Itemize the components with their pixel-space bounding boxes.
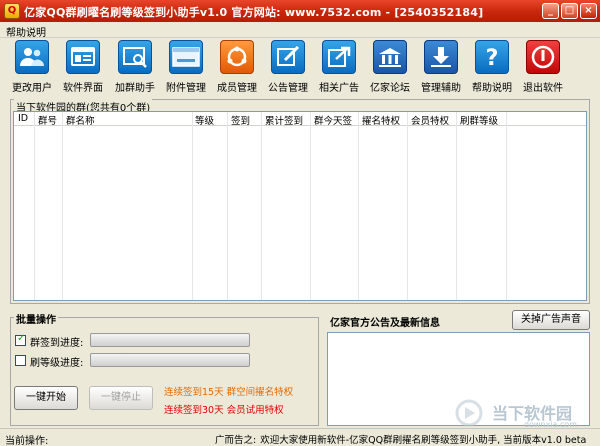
batch-operations-title: 批量操作 xyxy=(14,311,58,326)
toolbar-label: 加群助手 xyxy=(115,83,155,94)
attachment-manager-button[interactable]: 附件管理 xyxy=(161,40,211,96)
toolbar-label: 亿家论坛 xyxy=(370,83,410,94)
svg-text:?: ? xyxy=(486,46,499,69)
toolbar-label: 软件界面 xyxy=(63,83,103,94)
toolbar-label: 成员管理 xyxy=(217,83,257,94)
level-progress-label: 进度: xyxy=(60,358,84,369)
batch-operations-panel: 批量操作 群签到 进度: 刷等级 进度: 一键开始 一键停止 连续签到15天 群… xyxy=(10,311,319,426)
announcement-edit-icon xyxy=(271,40,305,74)
promo-15-days: 连续签到15天 群空间擢名特权 xyxy=(164,387,294,398)
col-group-level[interactable]: 刷群等级 xyxy=(460,113,498,127)
toolbar-label: 退出软件 xyxy=(523,83,563,94)
toolbar-label: 管理辅助 xyxy=(421,83,461,94)
sign-in-label[interactable]: 群签到 xyxy=(30,334,60,349)
level-label[interactable]: 刷等级 xyxy=(30,354,60,369)
exit-button[interactable]: 退出软件 xyxy=(518,40,568,96)
col-level[interactable]: 等级 xyxy=(195,113,214,127)
related-ads-button[interactable]: 相关广告 xyxy=(314,40,364,96)
exit-icon xyxy=(526,40,560,74)
help-button[interactable]: ? 帮助说明 xyxy=(467,40,517,96)
change-user-button[interactable]: 更改用户 xyxy=(7,40,57,96)
title-bar[interactable]: Q 亿家QQ群刷曜名刷等级签到小助手v1.0 官方网站: www.7532.co… xyxy=(0,0,600,22)
add-group-helper-button[interactable]: 加群助手 xyxy=(110,40,160,96)
sign-in-progress-label: 进度: xyxy=(60,338,84,349)
status-bar: 当前操作: 广而告之: 欢迎大家使用新软件-亿家QQ群刷擢名刷等级签到小助手, 当… xyxy=(0,428,600,446)
toolbar: 更改用户 软件界面 加群助手 附件管理 成员管理 公告管理 相关广告 亿家论坛 … xyxy=(0,38,600,96)
close-button[interactable]: × xyxy=(580,3,597,19)
announcement-manager-button[interactable]: 公告管理 xyxy=(263,40,313,96)
members-icon xyxy=(220,40,254,74)
start-all-button[interactable]: 一键开始 xyxy=(14,386,78,410)
sign-in-checkbox[interactable] xyxy=(15,333,26,346)
col-group-name[interactable]: 群名称 xyxy=(66,113,95,127)
app-logo-icon: Q xyxy=(4,3,20,19)
watermark-logo-icon xyxy=(455,399,483,427)
window-title: 亿家QQ群刷曜名刷等级签到小助手v1.0 官方网站: www.7532.com … xyxy=(24,6,484,19)
help-icon: ? xyxy=(475,40,509,74)
group-list-panel: 当下软件园的群(您共有0个群) ID 群号 群名称 等级 签到 累计签到 群今天… xyxy=(10,99,590,304)
toolbar-label: 帮助说明 xyxy=(472,83,512,94)
current-operation-label: 当前操作: xyxy=(5,436,49,446)
toolbar-label: 相关广告 xyxy=(319,83,359,94)
minimize-button[interactable]: _ xyxy=(542,3,559,19)
users-icon xyxy=(15,40,49,74)
promo-30-days: 连续签到30天 会员试用特权 xyxy=(164,405,284,416)
toolbar-label: 更改用户 xyxy=(12,83,52,94)
search-window-icon xyxy=(118,40,152,74)
forum-icon xyxy=(373,40,407,74)
col-group-number[interactable]: 群号 xyxy=(38,113,57,127)
ad-ticker: 广而告之: 欢迎大家使用新软件-亿家QQ群刷擢名刷等级签到小助手, 当前版本v1.… xyxy=(215,432,586,446)
level-progress-bar xyxy=(90,353,250,367)
download-window-icon xyxy=(169,40,203,74)
member-manager-button[interactable]: 成员管理 xyxy=(212,40,262,96)
col-id[interactable]: ID xyxy=(18,113,28,124)
sign-in-progress-bar xyxy=(90,333,250,347)
ad-link-icon xyxy=(322,40,356,74)
col-sign-in[interactable]: 签到 xyxy=(231,113,250,127)
ad-text: 欢迎大家使用新软件-亿家QQ群刷擢名刷等级签到小助手, 当前版本v1.0 bet… xyxy=(260,435,587,446)
stop-all-button[interactable]: 一键停止 xyxy=(89,386,153,410)
col-member-privilege[interactable]: 会员特权 xyxy=(411,113,449,127)
level-checkbox[interactable] xyxy=(15,355,26,366)
ad-label: 广而告之: xyxy=(215,435,257,446)
group-list[interactable]: ID 群号 群名称 等级 签到 累计签到 群今天签 擢名特权 会员特权 刷群等级 xyxy=(13,111,587,301)
group-list-header: ID 群号 群名称 等级 签到 累计签到 群今天签 擢名特权 会员特权 刷群等级 xyxy=(14,112,586,127)
toolbar-label: 附件管理 xyxy=(166,83,206,94)
col-today-sign-in[interactable]: 群今天签 xyxy=(314,113,352,127)
col-total-sign-in[interactable]: 累计签到 xyxy=(265,113,303,127)
download-arrow-icon xyxy=(424,40,458,74)
col-title-privilege[interactable]: 擢名特权 xyxy=(362,113,400,127)
mute-ad-button[interactable]: 关掉广告声音 xyxy=(512,310,590,330)
maximize-button[interactable]: □ xyxy=(561,3,578,19)
forum-button[interactable]: 亿家论坛 xyxy=(365,40,415,96)
toolbar-label: 公告管理 xyxy=(268,83,308,94)
menu-help[interactable]: 帮助说明 xyxy=(6,24,46,39)
menu-bar: 帮助说明 xyxy=(0,22,600,39)
software-ui-button[interactable]: 软件界面 xyxy=(58,40,108,96)
software-ui-icon xyxy=(66,40,100,74)
admin-assist-button[interactable]: 管理辅助 xyxy=(416,40,466,96)
announcement-title: 亿家官方公告及最新信息 xyxy=(330,318,440,329)
